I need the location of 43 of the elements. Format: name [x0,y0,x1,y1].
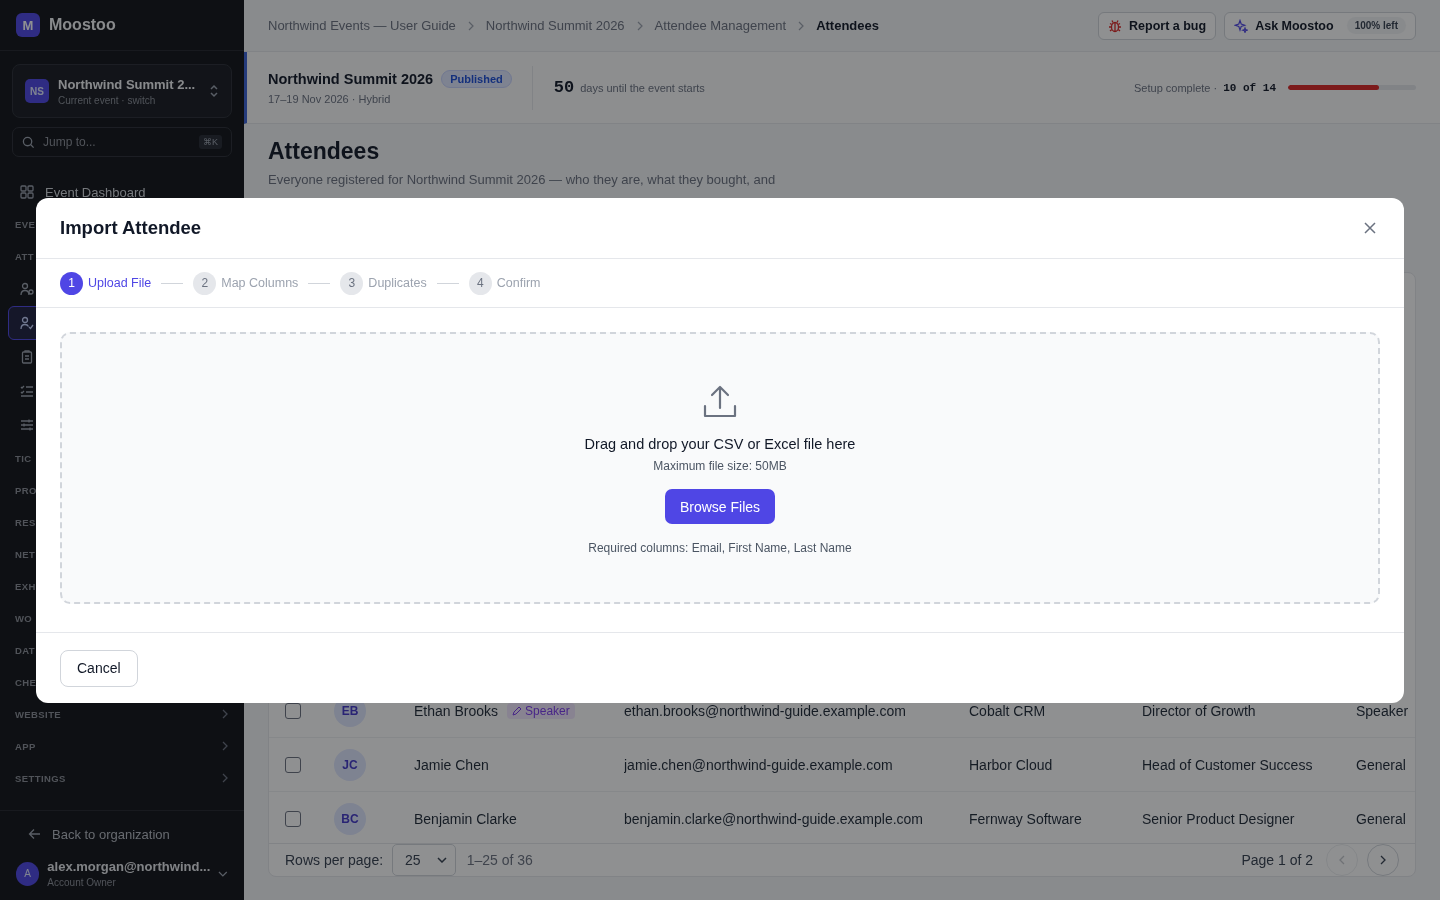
event-title: Northwind Summit 2026 [268,71,434,87]
user-role: Account Owner [47,877,117,888]
table-cell: Harbor Cloud [969,756,1053,773]
drop-heading: Drag and drop your CSV or Excel file here [584,436,856,452]
event-caption: Current event · switch [58,94,157,106]
table-cell: Ethan Brooks [414,702,499,719]
page-indicator: Page 1 of 2 [1241,852,1313,868]
page-description: Everyone registered for Northwind Summit 2026 — who they are, what they bought, and [268,171,777,189]
quota-badge: 100% left [1346,17,1406,34]
table-cell: Speaker [1356,702,1409,719]
countdown-text: days until the event starts [580,82,705,94]
dialog-title: Import Attendee [60,217,202,239]
page-title: Attendees [268,137,381,166]
table-cell: Fernway Software [969,810,1082,827]
table-cell: Director of Growth [1142,702,1256,719]
user-email: alex.morgan@northwind... [47,859,211,874]
logo-mark: M [16,13,40,37]
app-name: Moostoo [49,16,116,34]
rows-per-page-label: Rows per page: [285,852,384,868]
table-cell: Benjamin Clarke [414,810,517,827]
setup-label: Setup complete · [1134,81,1218,94]
countdown-number: 50 [553,78,575,97]
shortcut-key: ⌘K [199,135,222,149]
setup-count: 10 of 14 [1223,81,1276,94]
table-cell: Head of Customer Success [1142,756,1313,773]
table-cell: benjamin.clarke@northwind-guide.example.com [624,810,924,827]
table-cell: General [1356,756,1406,773]
table-cell: ethan.brooks@northwind-guide.example.com [624,702,906,719]
max-size-note: Maximum file size: 50MB [653,459,787,473]
row-range: 1–25 of 36 [466,852,533,868]
table-cell: Cobalt CRM [969,702,1046,719]
status-badge: Published [441,70,512,88]
table-cell: Jamie Chen [414,756,489,773]
table-cell: jamie.chen@northwind-guide.example.com [624,756,893,773]
required-columns-note: Required columns: Email, First Name, Last Name [588,541,852,555]
event-dates: 17–19 Nov 2026 · Hybrid [268,93,392,105]
attendee-avatar: BC [334,802,366,835]
event-name: Northwind Summit 2... [58,76,197,92]
table-cell: General [1356,810,1406,827]
table-cell: Senior Product Designer [1142,810,1295,827]
attendee-avatar: JC [334,748,366,781]
user-avatar: A [16,861,40,886]
event-badge: NS [25,79,49,103]
